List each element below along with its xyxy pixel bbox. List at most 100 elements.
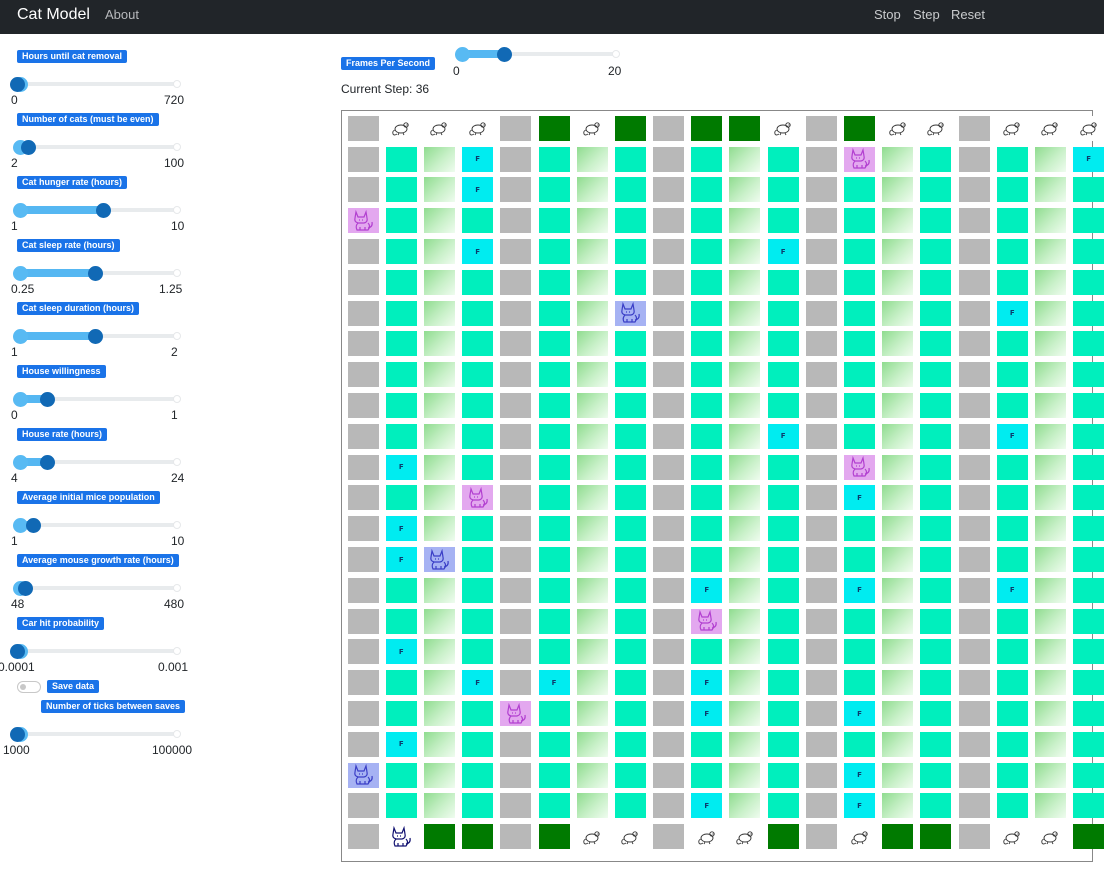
grass-tile xyxy=(920,485,952,511)
grid-cell xyxy=(802,513,840,544)
road-tile xyxy=(653,362,685,388)
grass-tile xyxy=(614,208,646,234)
grid-cell xyxy=(497,390,535,421)
grid-cell xyxy=(840,205,878,236)
grid-cell xyxy=(497,544,535,575)
grid-cell xyxy=(611,698,649,729)
yard-tile xyxy=(729,516,761,542)
slider-handle[interactable] xyxy=(10,644,25,659)
cat-tile xyxy=(614,300,646,326)
about-link[interactable]: About xyxy=(105,7,139,22)
grid-cell xyxy=(611,729,649,760)
road-tile xyxy=(347,454,379,480)
grid-cell xyxy=(955,698,993,729)
grid-cell xyxy=(420,298,458,329)
grid-cell xyxy=(573,144,611,175)
grass-tile xyxy=(1073,485,1104,511)
grid-cell xyxy=(344,421,382,452)
slider-handle[interactable] xyxy=(40,455,55,470)
grid-cell xyxy=(611,452,649,483)
current-step: Current Step: 36 xyxy=(341,82,429,96)
mouse-icon xyxy=(887,119,909,137)
param-slider[interactable] xyxy=(13,140,181,156)
param-slider[interactable] xyxy=(13,203,181,219)
yard-tile xyxy=(1034,608,1066,634)
grid-cell xyxy=(802,390,840,421)
slider-start-handle xyxy=(455,47,470,62)
grid-cell xyxy=(955,175,993,206)
grid-cell xyxy=(1031,359,1069,390)
yard-tile xyxy=(576,300,608,326)
reset-button[interactable]: Reset xyxy=(951,7,985,22)
grid-cell xyxy=(344,760,382,791)
yard-tile xyxy=(1034,701,1066,727)
grass-tile xyxy=(614,670,646,696)
param-slider[interactable] xyxy=(10,77,181,93)
param-slider[interactable] xyxy=(13,392,181,408)
cat-icon xyxy=(350,763,376,787)
slider-handle[interactable] xyxy=(10,77,25,92)
grid-cell xyxy=(459,821,497,852)
grid-cell xyxy=(650,606,688,637)
param-slider[interactable] xyxy=(10,727,181,743)
grid-cell xyxy=(917,298,955,329)
park-tile xyxy=(767,824,799,850)
grid-cell: F xyxy=(993,298,1031,329)
grid-cell xyxy=(802,359,840,390)
grid-cell: F xyxy=(764,236,802,267)
slider-handle[interactable] xyxy=(20,140,36,155)
slider-handle[interactable] xyxy=(40,392,55,407)
slider-handle[interactable] xyxy=(25,518,41,533)
grid-cell xyxy=(993,144,1031,175)
grass-tile xyxy=(385,146,417,172)
grid-cell xyxy=(917,421,955,452)
grid-cell: F xyxy=(459,236,497,267)
param-slider[interactable] xyxy=(10,644,181,660)
road-tile xyxy=(500,485,532,511)
park-tile xyxy=(691,115,723,141)
road-tile xyxy=(958,824,990,850)
fps-slider[interactable] xyxy=(455,47,620,63)
param-slider[interactable] xyxy=(13,329,181,345)
grid-cell xyxy=(802,113,840,144)
grid-cell xyxy=(764,606,802,637)
grass-tile xyxy=(1073,269,1104,295)
grid-cell xyxy=(650,791,688,822)
slider-handle[interactable] xyxy=(497,47,513,62)
slider-handle[interactable] xyxy=(10,727,25,742)
step-button[interactable]: Step xyxy=(913,7,940,22)
grass-tile xyxy=(385,177,417,203)
brand-link[interactable]: Cat Model xyxy=(17,6,90,24)
grid-cell xyxy=(1070,359,1104,390)
grid-cell xyxy=(688,113,726,144)
param-slider[interactable] xyxy=(13,266,181,282)
yard-tile xyxy=(729,362,761,388)
slider-handle[interactable] xyxy=(88,329,103,344)
grass-tile xyxy=(538,577,570,603)
grass-tile xyxy=(462,731,494,757)
save-data-toggle[interactable] xyxy=(17,681,41,693)
grid-cell xyxy=(726,483,764,514)
slider-handle[interactable] xyxy=(17,581,33,596)
grid-cell xyxy=(459,637,497,668)
grid-cell xyxy=(497,667,535,698)
grid-cell: F xyxy=(459,667,497,698)
param-slider[interactable] xyxy=(13,455,181,471)
grass-tile xyxy=(1073,393,1104,419)
grid-cell xyxy=(650,329,688,360)
grid-cell xyxy=(459,329,497,360)
grid-cell xyxy=(764,544,802,575)
stop-button[interactable]: Stop xyxy=(874,7,901,22)
param-slider[interactable] xyxy=(13,581,181,597)
yard-tile xyxy=(1034,454,1066,480)
yard-tile xyxy=(423,146,455,172)
grid-cell xyxy=(726,359,764,390)
grid-cell xyxy=(420,575,458,606)
grid-cell xyxy=(879,667,917,698)
grid-cell xyxy=(573,791,611,822)
grid-cell xyxy=(955,421,993,452)
slider-handle[interactable] xyxy=(88,266,103,281)
grid-cell xyxy=(993,267,1031,298)
slider-handle[interactable] xyxy=(96,203,111,218)
param-slider[interactable] xyxy=(13,518,181,534)
